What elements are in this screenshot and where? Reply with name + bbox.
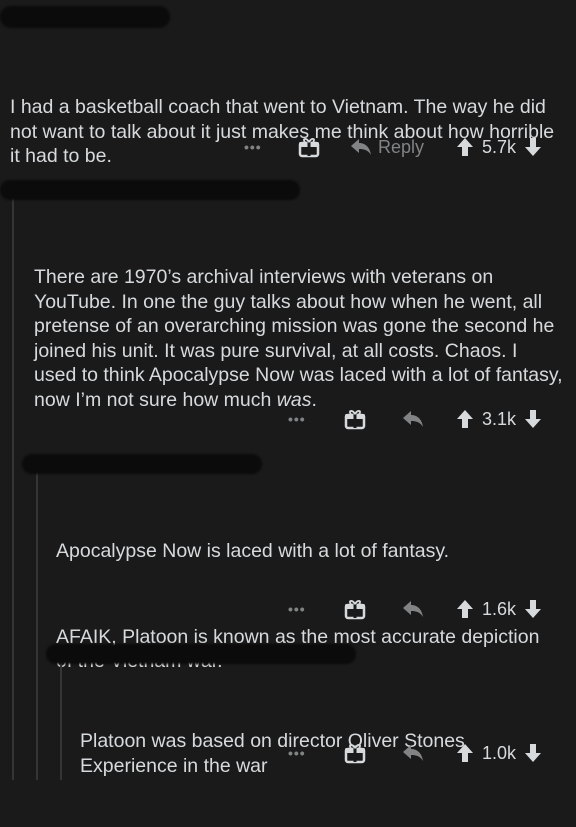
redacted-username — [46, 644, 356, 664]
comment-actions: ••• 3.1k — [282, 404, 562, 434]
reply-icon — [351, 139, 371, 155]
vote-score: 1.0k — [482, 742, 517, 763]
comment-actions: ••• 1.0k — [282, 738, 562, 768]
reply-icon[interactable] — [402, 744, 424, 762]
vote-score: 1.6k — [482, 598, 517, 619]
redacted-username — [0, 180, 300, 200]
comment-actions: ••• Reply 5.7k — [238, 132, 558, 162]
thread-line[interactable] — [12, 440, 14, 630]
thread-line[interactable] — [60, 656, 62, 780]
downvote-icon[interactable] — [524, 409, 542, 429]
reply-button[interactable]: Reply — [350, 137, 424, 158]
comment-4: Platoon was based on director Oliver Sto… — [0, 630, 576, 780]
upvote-icon[interactable] — [456, 743, 474, 763]
gift-icon[interactable] — [344, 408, 366, 430]
redacted-username — [22, 454, 262, 474]
reply-icon[interactable] — [402, 600, 424, 618]
upvote-icon[interactable] — [456, 599, 474, 619]
upvote-icon[interactable] — [456, 409, 474, 429]
redacted-username — [0, 6, 170, 28]
gift-icon[interactable] — [344, 742, 366, 764]
vote-controls: 1.6k — [456, 599, 542, 620]
vote-score: 3.1k — [482, 408, 517, 429]
thread-line[interactable] — [12, 630, 14, 780]
comment-actions: ••• 1.6k — [282, 594, 562, 624]
more-options-icon[interactable]: ••• — [288, 411, 306, 427]
vote-controls: 5.7k — [456, 137, 542, 158]
downvote-icon[interactable] — [524, 743, 542, 763]
reply-icon[interactable] — [402, 410, 424, 428]
comment-text: There are 1970’s archival interviews wit… — [34, 266, 569, 411]
more-options-icon[interactable]: ••• — [244, 139, 262, 155]
downvote-icon[interactable] — [524, 599, 542, 619]
more-options-icon[interactable]: ••• — [288, 745, 306, 761]
comment-text: Apocalypse Now is laced with a lot of fa… — [56, 540, 450, 562]
downvote-icon[interactable] — [524, 137, 542, 157]
comment-2: There are 1970’s archival interviews wit… — [0, 170, 576, 440]
more-options-icon[interactable]: ••• — [288, 601, 306, 617]
comment-3: Apocalypse Now is laced with a lot of fa… — [0, 440, 576, 672]
vote-controls: 1.0k — [456, 743, 542, 764]
gift-icon[interactable] — [344, 598, 366, 620]
thread-line[interactable] — [36, 630, 38, 780]
thread-line[interactable] — [12, 196, 14, 440]
vote-controls: 3.1k — [456, 409, 542, 430]
reply-label: Reply — [378, 136, 425, 157]
thread-line[interactable] — [36, 470, 38, 630]
vote-score: 5.7k — [482, 136, 517, 157]
upvote-icon[interactable] — [456, 137, 474, 157]
gift-icon[interactable] — [298, 136, 320, 158]
comment-1: I had a basketball coach that went to Vi… — [0, 0, 576, 170]
